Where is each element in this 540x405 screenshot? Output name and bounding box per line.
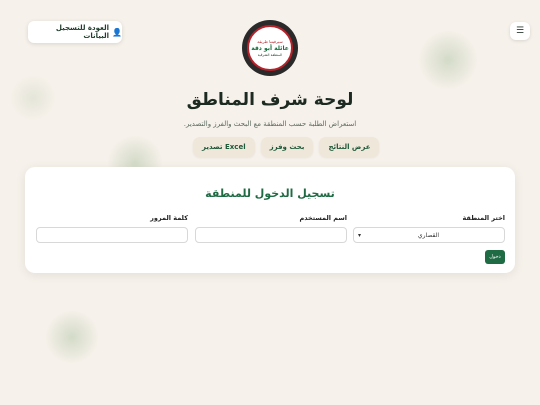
user-check-icon: 👤 bbox=[112, 27, 122, 37]
show-results-button[interactable]: عرض النتائج bbox=[319, 137, 380, 157]
logo-emblem: سيرفيتنا طريقة عائلة أبو دقة المنطقة الش… bbox=[247, 25, 293, 71]
username-label: اسم المستخدم bbox=[299, 214, 347, 222]
menu-button[interactable]: ☰ bbox=[510, 22, 530, 40]
page-title: لوحة شرف المناطق bbox=[186, 90, 354, 110]
back-to-registration-button[interactable]: 👤 العودة للتسجيل البيانات bbox=[28, 21, 122, 43]
logo-text-main: عائلة أبو دقة bbox=[251, 45, 289, 52]
password-label: كلمة المرور bbox=[150, 214, 188, 222]
logo-text-top: سيرفيتنا طريقة bbox=[257, 39, 283, 44]
action-nav: تصدير Excel بحث وفرز عرض النتائج bbox=[193, 137, 380, 157]
chevron-down-icon: ▾ bbox=[358, 231, 362, 239]
background-decoration bbox=[418, 30, 478, 90]
username-field[interactable] bbox=[195, 227, 347, 243]
area-label: اختر المنطقة bbox=[462, 214, 505, 222]
search-sort-button[interactable]: بحث وفرز bbox=[260, 137, 314, 157]
back-button-label: العودة للتسجيل البيانات bbox=[55, 24, 110, 40]
export-excel-button[interactable]: تصدير Excel bbox=[193, 137, 255, 157]
area-select-value: القصاري bbox=[417, 231, 440, 239]
login-card: تسجيل الدخول للمنطقة اختر المنطقة اسم ال… bbox=[25, 167, 515, 273]
background-decoration bbox=[45, 310, 99, 364]
logo-text-bottom: المنطقة الشرقية bbox=[257, 53, 283, 57]
menu-icon: ☰ bbox=[515, 26, 525, 36]
login-button[interactable]: دخول bbox=[485, 250, 505, 264]
password-field[interactable] bbox=[36, 227, 188, 243]
area-select[interactable]: القصاري ▾ bbox=[353, 227, 505, 243]
logo: سيرفيتنا طريقة عائلة أبو دقة المنطقة الش… bbox=[242, 20, 298, 76]
login-title: تسجيل الدخول للمنطقة bbox=[205, 187, 335, 200]
page-subtitle: استعراض الطلبة حسب المنطقة مع البحث والف… bbox=[183, 120, 357, 128]
